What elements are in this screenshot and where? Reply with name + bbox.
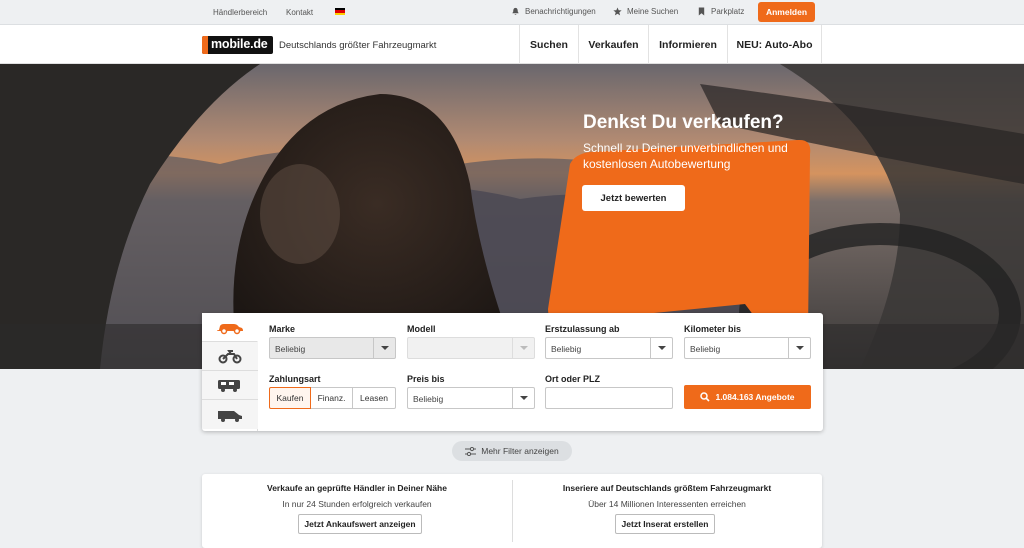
top-bar: Händlerbereich Kontakt Benachrichtigunge… xyxy=(0,0,1024,25)
notifications-link[interactable]: Benachrichtigungen xyxy=(511,7,596,16)
logo-text: mobile.de xyxy=(211,37,268,51)
my-searches-link[interactable]: Meine Suchen xyxy=(613,7,678,16)
car-icon xyxy=(216,324,243,335)
bell-icon xyxy=(512,7,519,15)
sell-cards: Verkaufe an geprüfte Händler in Deiner N… xyxy=(202,474,822,548)
registration-label: Erstzulassung ab xyxy=(545,324,620,334)
dealer-sell-subtitle: In nur 24 Stunden erfolgreich verkaufen xyxy=(282,499,432,509)
dealer-area-link[interactable]: Händlerbereich xyxy=(213,8,267,17)
header-tagline: Deutschlands größter Fahrzeugmarkt xyxy=(279,40,437,51)
filter-sliders-icon xyxy=(465,446,477,456)
main-header: mobile.de Deutschlands größter Fahrzeugm… xyxy=(0,25,1024,64)
star-icon xyxy=(613,7,622,16)
create-listing-button[interactable]: Jetzt Inserat erstellen xyxy=(615,514,715,534)
payment-label: Zahlungsart xyxy=(269,374,321,384)
listing-subtitle: Über 14 Millionen Interessenten erreiche… xyxy=(588,499,746,509)
tab-camper[interactable] xyxy=(202,371,258,400)
brand-value: Beliebig xyxy=(275,344,306,354)
chevron-down-icon xyxy=(650,338,672,358)
mobile-de-logo[interactable]: mobile.de xyxy=(202,36,273,54)
registration-select[interactable]: Beliebig xyxy=(545,337,673,359)
nav-inform[interactable]: Informieren xyxy=(648,25,727,64)
nav-sell[interactable]: Verkaufen xyxy=(578,25,648,64)
brand-select[interactable]: Beliebig xyxy=(269,337,396,359)
mileage-value: Beliebig xyxy=(690,344,721,354)
logo-accent xyxy=(202,36,208,54)
listing-title: Inseriere auf Deutschlands größtem Fahrz… xyxy=(562,483,772,493)
mileage-select[interactable]: Beliebig xyxy=(684,337,811,359)
tab-van[interactable] xyxy=(202,400,258,429)
dealer-sell-title: Verkaufe an geprüfte Händler in Deiner N… xyxy=(267,483,447,493)
search-icon xyxy=(700,392,711,402)
promo-title: Denkst Du verkaufen? xyxy=(583,112,784,133)
notifications-label: Benachrichtigungen xyxy=(525,7,596,16)
rate-now-button[interactable]: Jetzt bewerten xyxy=(582,185,685,211)
vehicle-type-tabs xyxy=(202,313,258,431)
chevron-down-icon xyxy=(788,338,810,358)
brand-label: Marke xyxy=(269,324,296,334)
contact-link[interactable]: Kontakt xyxy=(286,8,313,17)
parking-label: Parkplatz xyxy=(711,7,745,16)
promo-subtitle: Schnell zu Deiner unverbindlichen und ko… xyxy=(583,141,788,171)
nav-auto-abo[interactable]: NEU: Auto-Abo xyxy=(727,25,822,64)
tab-motorbike[interactable] xyxy=(202,342,258,371)
location-input[interactable] xyxy=(545,387,673,409)
bookmark-icon xyxy=(698,7,705,16)
payment-buy[interactable]: Kaufen xyxy=(269,387,311,409)
german-flag-icon[interactable] xyxy=(335,8,345,15)
model-select[interactable] xyxy=(407,337,535,359)
camper-icon xyxy=(218,380,240,392)
location-label: Ort oder PLZ xyxy=(545,374,601,384)
price-label: Preis bis xyxy=(407,374,445,384)
my-searches-label: Meine Suchen xyxy=(627,7,679,16)
price-value: Beliebig xyxy=(413,394,444,404)
payment-leasing[interactable]: Leasen xyxy=(353,387,396,409)
show-offers-button[interactable]: 1.084.163 Angebote xyxy=(684,385,811,409)
van-icon xyxy=(218,410,242,422)
payment-finance[interactable]: Finanz. xyxy=(311,387,353,409)
chevron-down-icon xyxy=(512,338,534,358)
price-select[interactable]: Beliebig xyxy=(407,387,535,409)
mileage-label: Kilometer bis xyxy=(684,324,742,334)
more-filters-button[interactable]: Mehr Filter anzeigen xyxy=(452,441,572,461)
login-button[interactable]: Anmelden xyxy=(758,2,815,22)
registration-value: Beliebig xyxy=(551,344,582,354)
more-filters-label: Mehr Filter anzeigen xyxy=(481,446,559,456)
chevron-down-icon xyxy=(512,388,534,408)
offers-count-label: 1.084.163 Angebote xyxy=(715,392,795,402)
nav-search[interactable]: Suchen xyxy=(519,25,578,64)
tab-car[interactable] xyxy=(202,313,258,342)
motorbike-icon xyxy=(218,350,242,364)
show-purchase-value-button[interactable]: Jetzt Ankaufswert anzeigen xyxy=(298,514,422,534)
parking-link[interactable]: Parkplatz xyxy=(697,7,744,16)
model-label: Modell xyxy=(407,324,436,334)
chevron-down-icon xyxy=(373,338,395,358)
